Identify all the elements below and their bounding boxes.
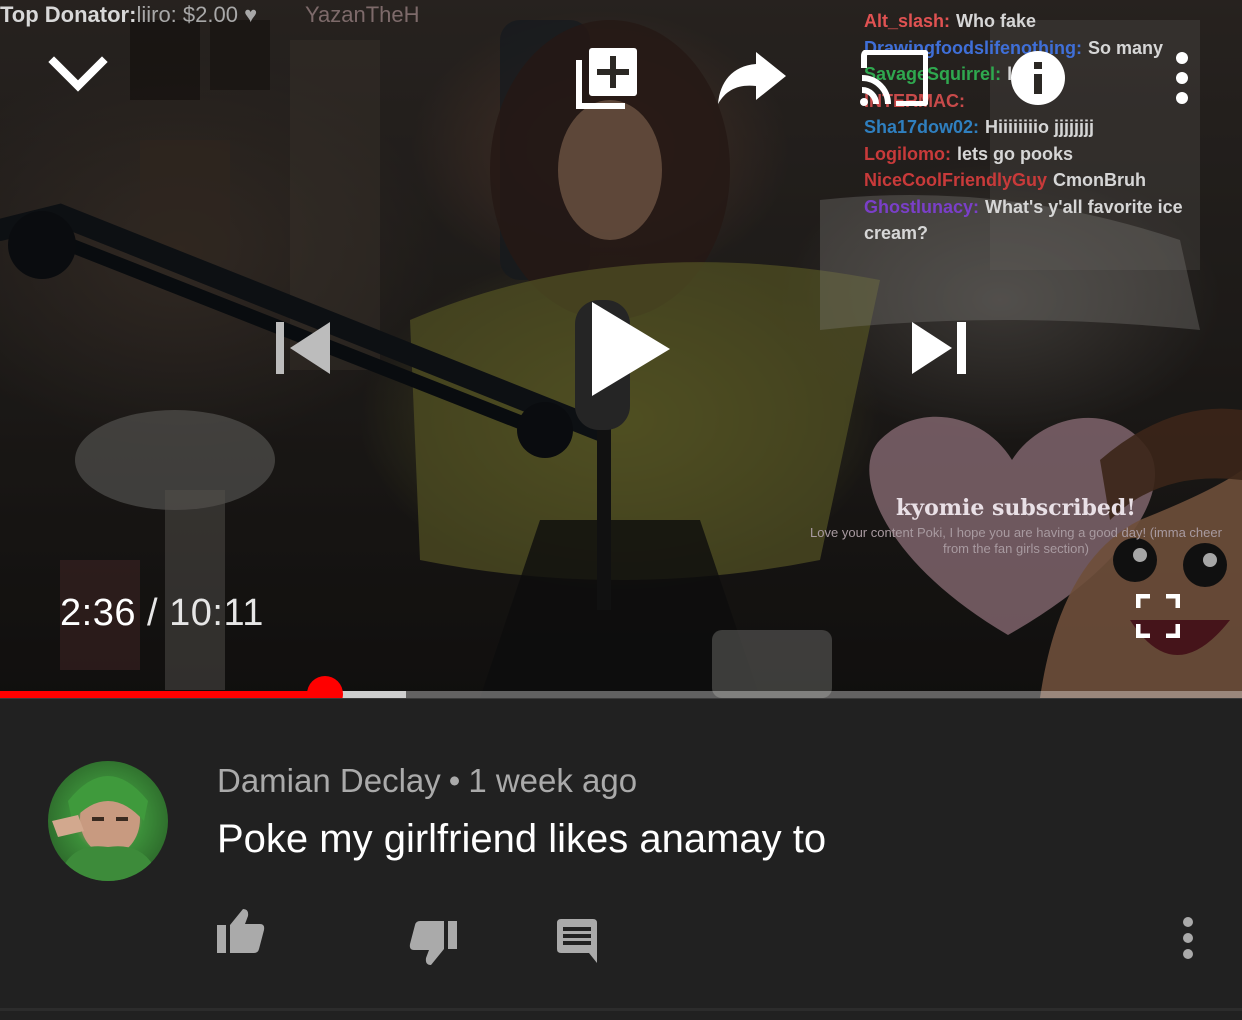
chat-line: Alt_slash: Who fake xyxy=(864,8,1224,35)
info-icon[interactable] xyxy=(1010,50,1066,106)
comment-text: Poke my girlfriend likes anamay to xyxy=(217,817,827,861)
thumb-up-icon[interactable] xyxy=(217,907,265,958)
current-time: 2:36 xyxy=(60,592,136,634)
skip-next-icon[interactable] xyxy=(910,320,968,376)
chat-line: Ghostlunacy: What's y'all favorite ice cr… xyxy=(864,194,1224,247)
comment-author[interactable]: Damian Declay xyxy=(217,762,441,799)
chat-username: Sha17dow02: xyxy=(864,117,980,137)
comment-timestamp: 1 week ago xyxy=(468,762,638,799)
subscription-alert: kyomie subscribed! Love your content Pok… xyxy=(806,495,1226,557)
chat-username: Ghostlunacy: xyxy=(864,196,980,217)
chat-message: Hiiiiiiiio jjjjjjjj xyxy=(985,117,1095,137)
chat-line: Sha17dow02: Hiiiiiiiio jjjjjjjj xyxy=(864,114,1224,141)
duration: 10:11 xyxy=(169,592,264,634)
viewer-name-overlay: YazanTheH xyxy=(305,2,420,27)
cast-icon[interactable] xyxy=(860,50,928,106)
fullscreen-icon[interactable] xyxy=(1136,594,1180,638)
comment-icon[interactable] xyxy=(555,919,599,968)
chat-message: CmonBruh xyxy=(1053,170,1147,190)
share-icon[interactable] xyxy=(716,48,788,108)
chat-message: So many xyxy=(1087,37,1163,58)
playlist-add-icon[interactable] xyxy=(575,46,639,110)
more-vert-icon[interactable] xyxy=(1168,52,1196,104)
chat-line: NiceCoolFriendlyGuy CmonBruh xyxy=(864,167,1224,194)
avatar[interactable] xyxy=(48,761,168,881)
chat-username: Alt_slash: xyxy=(864,11,951,31)
skip-previous-icon[interactable] xyxy=(276,320,332,376)
comment-meta: Damian Declay • 1 week ago xyxy=(217,762,637,800)
chat-username: Logilomo: xyxy=(864,143,951,164)
chat-message: Who fake xyxy=(956,11,1037,31)
stream-chat-overlay: Alt_slash: Who fake Drawingfoodslifenothin… xyxy=(864,8,1224,247)
subscription-alert-message: Love your content Poki, I hope you are h… xyxy=(810,525,1222,556)
time-display: 2:36 / 10:11 xyxy=(60,592,264,635)
played-bar xyxy=(0,691,326,698)
subscription-alert-title: kyomie subscribed! xyxy=(896,495,1136,521)
top-donator-value: liiro: $2.00 ♥ xyxy=(136,2,258,27)
time-separator: / xyxy=(147,592,159,634)
thumb-down-icon[interactable] xyxy=(409,921,457,972)
divider xyxy=(0,1008,1242,1011)
chevron-down-icon[interactable] xyxy=(48,52,108,96)
meta-separator: • xyxy=(448,762,461,799)
play-icon[interactable] xyxy=(590,300,672,398)
comment-more-vert-icon[interactable] xyxy=(1180,917,1196,964)
chat-username: NiceCoolFriendlyGuy xyxy=(864,170,1048,190)
chat-line: Logilomo: lets go pooks xyxy=(864,141,1224,168)
chat-message: lets go pooks xyxy=(956,143,1073,164)
top-donator-label: Top Donator: xyxy=(0,2,137,27)
video-player[interactable]: Top Donator:liiro: $2.00 ♥ YazanTheH Alt… xyxy=(0,0,1242,698)
comment-item: Damian Declay • 1 week ago Poke my girlfri… xyxy=(0,698,1242,1020)
seek-bar[interactable] xyxy=(0,676,1242,698)
top-donator-overlay: Top Donator:liiro: $2.00 ♥ xyxy=(0,2,257,28)
